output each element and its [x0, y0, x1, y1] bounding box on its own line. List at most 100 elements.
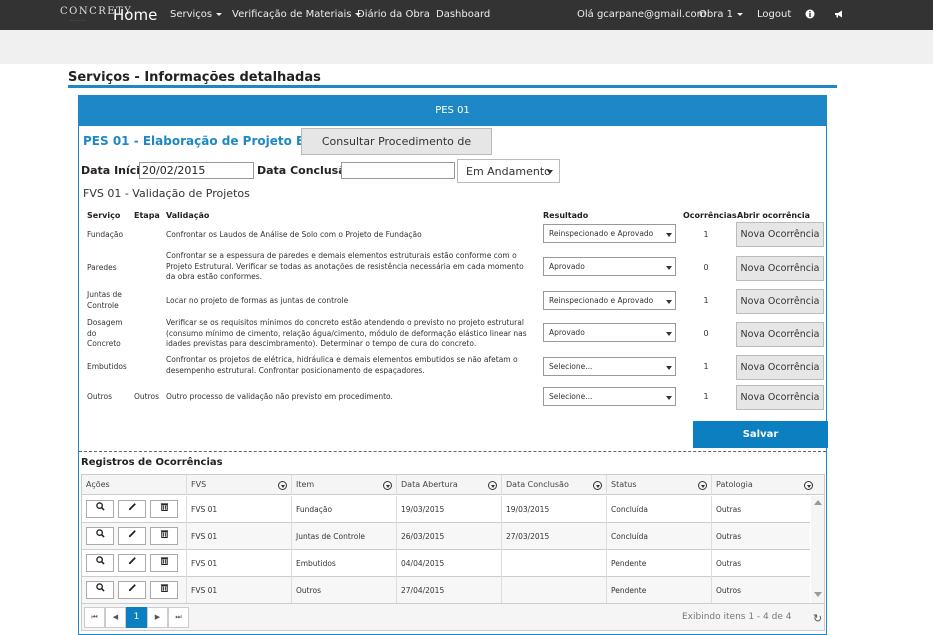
item-cell: Embutidos — [291, 550, 396, 577]
patologia-cell: Outras — [711, 550, 810, 577]
grid-col-abertura[interactable]: Data Abertura — [396, 475, 501, 495]
next-page-button[interactable]: ▶ — [147, 607, 168, 628]
search-icon — [95, 556, 105, 565]
fvs-title: FVS 01 - Validação de Projetos — [83, 187, 250, 200]
view-button[interactable] — [86, 581, 114, 599]
edit-button[interactable] — [118, 500, 146, 518]
info-icon[interactable] — [805, 9, 815, 19]
status-cell: Concluída — [606, 523, 711, 550]
resultado-select[interactable]: Selecione... — [543, 387, 676, 406]
nova-ocorrencia-button[interactable]: Nova Ocorrência — [736, 222, 824, 247]
delete-button[interactable] — [150, 554, 178, 572]
last-page-button[interactable]: ⏭ — [168, 607, 189, 628]
item-cell: Fundação — [291, 496, 396, 523]
nova-ocorrencia-button[interactable]: Nova Ocorrência — [736, 256, 824, 281]
data-conclusao-field[interactable] — [341, 162, 455, 179]
top-navbar: CONCRETY ———— Home Serviços Verificação … — [0, 0, 933, 30]
fvs-cell: FVS 01 — [186, 550, 291, 577]
page-1-button[interactable]: 1 — [126, 607, 147, 628]
nav-logout-link[interactable]: Logout — [757, 9, 791, 20]
delete-button[interactable] — [150, 500, 178, 518]
dropdown-arrow-icon — [666, 266, 672, 270]
table-row[interactable]: FVS 01 Embutidos 04/04/2015 Pendente Out… — [82, 550, 810, 577]
status-cell: Concluída — [606, 496, 711, 523]
view-button[interactable] — [86, 500, 114, 518]
fvs-cell: FVS 01 — [186, 496, 291, 523]
nav-user-greeting[interactable]: Olá gcarpane@gmail.com — [577, 9, 706, 20]
filter-icon[interactable] — [804, 481, 813, 490]
grid-col-item[interactable]: Item — [291, 475, 396, 495]
prev-page-button[interactable]: ◀ — [105, 607, 126, 628]
registros-title: Registros de Ocorrências — [81, 457, 223, 468]
resultado-select[interactable]: Aprovado — [543, 323, 676, 342]
grid-header: Ações FVS Item Data Abertura Data Conclu… — [82, 475, 824, 495]
edit-button[interactable] — [118, 554, 146, 572]
resultado-select[interactable]: Selecione... — [543, 357, 676, 376]
first-page-button[interactable]: ⏮ — [84, 607, 105, 628]
view-button[interactable] — [86, 527, 114, 545]
nav-verificacao-menu[interactable]: Verificação de Materiais — [232, 9, 362, 20]
filter-icon[interactable] — [593, 481, 602, 490]
edit-button[interactable] — [118, 527, 146, 545]
consult-procedure-button[interactable]: Consultar Procedimento de Execução — [301, 128, 492, 173]
grid-col-patologia[interactable]: Patologia — [711, 475, 817, 495]
nav-dashboard-link[interactable]: Dashboard — [436, 9, 490, 20]
pencil-icon — [128, 530, 136, 538]
patologia-cell: Outros — [711, 577, 810, 604]
col-validacao: Validação — [166, 211, 210, 220]
megaphone-icon[interactable] — [834, 9, 844, 19]
nav-obra-label: Obra 1 — [699, 9, 733, 20]
grid-col-item-label: Item — [296, 480, 315, 489]
col-servico: Serviço — [87, 211, 121, 220]
resultado-select[interactable]: Aprovado — [543, 257, 676, 276]
pencil-icon — [128, 557, 136, 565]
nav-diario-link[interactable]: Diário da Obra — [357, 9, 430, 20]
filter-icon[interactable] — [698, 481, 707, 490]
filter-icon[interactable] — [488, 481, 497, 490]
filter-icon[interactable] — [278, 481, 287, 490]
scroll-down-icon[interactable] — [814, 592, 822, 597]
abertura-cell: 27/04/2015 — [396, 577, 501, 604]
nav-servicos-menu[interactable]: Serviços — [170, 9, 223, 20]
nova-ocorrencia-button[interactable]: Nova Ocorrência — [736, 355, 824, 380]
nova-ocorrencia-button[interactable]: Nova Ocorrência — [736, 289, 824, 314]
grid-col-conclusao[interactable]: Data Conclusão — [501, 475, 606, 495]
nav-home-link[interactable]: Home — [113, 6, 157, 24]
table-row[interactable]: FVS 01 Juntas de Controle 26/03/2015 27/… — [82, 523, 810, 550]
table-row[interactable]: FVS 01 Fundação 19/03/2015 19/03/2015 Co… — [82, 496, 810, 523]
status-select[interactable]: Em Andamento — [457, 159, 560, 183]
grid-col-acoes: Ações — [86, 480, 110, 489]
ocorrencias-grid: Ações FVS Item Data Abertura Data Conclu… — [81, 474, 825, 631]
title-underline — [68, 85, 837, 88]
view-button[interactable] — [86, 554, 114, 572]
nova-ocorrencia-button[interactable]: Nova Ocorrência — [736, 322, 824, 347]
refresh-icon[interactable]: ↻ — [813, 612, 822, 625]
subheader-bar — [0, 30, 933, 64]
servico-cell: Paredes — [87, 263, 117, 272]
nav-obra-menu[interactable]: Obra 1 — [699, 9, 743, 20]
conclusao-cell: 27/03/2015 — [501, 523, 606, 550]
servico-cell: Juntas de Controle — [87, 290, 122, 310]
delete-button[interactable] — [150, 527, 178, 545]
validacao-cell: Outro processo de validação não previsto… — [166, 392, 393, 401]
edit-button[interactable] — [118, 581, 146, 599]
dropdown-arrow-icon — [666, 233, 672, 237]
nova-ocorrencia-button[interactable]: Nova Ocorrência — [736, 385, 824, 410]
scroll-up-icon[interactable] — [814, 500, 822, 505]
data-inicio-field[interactable]: 20/02/2015 — [139, 162, 254, 179]
ocorrencias-count: 1 — [703, 392, 709, 401]
resultado-select[interactable]: Reinspecionado e Aprovado — [543, 224, 676, 243]
filter-icon[interactable] — [383, 481, 392, 490]
grid-col-fvs[interactable]: FVS — [186, 475, 291, 495]
grid-col-status[interactable]: Status — [606, 475, 711, 495]
grid-scrollbar[interactable] — [811, 496, 824, 603]
validacao-cell: Confrontar os projetos de elétrica, hidr… — [166, 355, 518, 375]
resultado-select[interactable]: Reinspecionado e Aprovado — [543, 291, 676, 310]
delete-button[interactable] — [150, 581, 178, 599]
status-cell: Pendente — [606, 577, 711, 604]
conclusao-cell — [501, 577, 606, 604]
save-button[interactable]: Salvar — [693, 421, 828, 448]
grid-col-status-label: Status — [611, 480, 637, 489]
resultado-value: Selecione... — [549, 362, 593, 371]
table-row[interactable]: FVS 01 Outros 27/04/2015 Pendente Outros — [82, 577, 810, 604]
